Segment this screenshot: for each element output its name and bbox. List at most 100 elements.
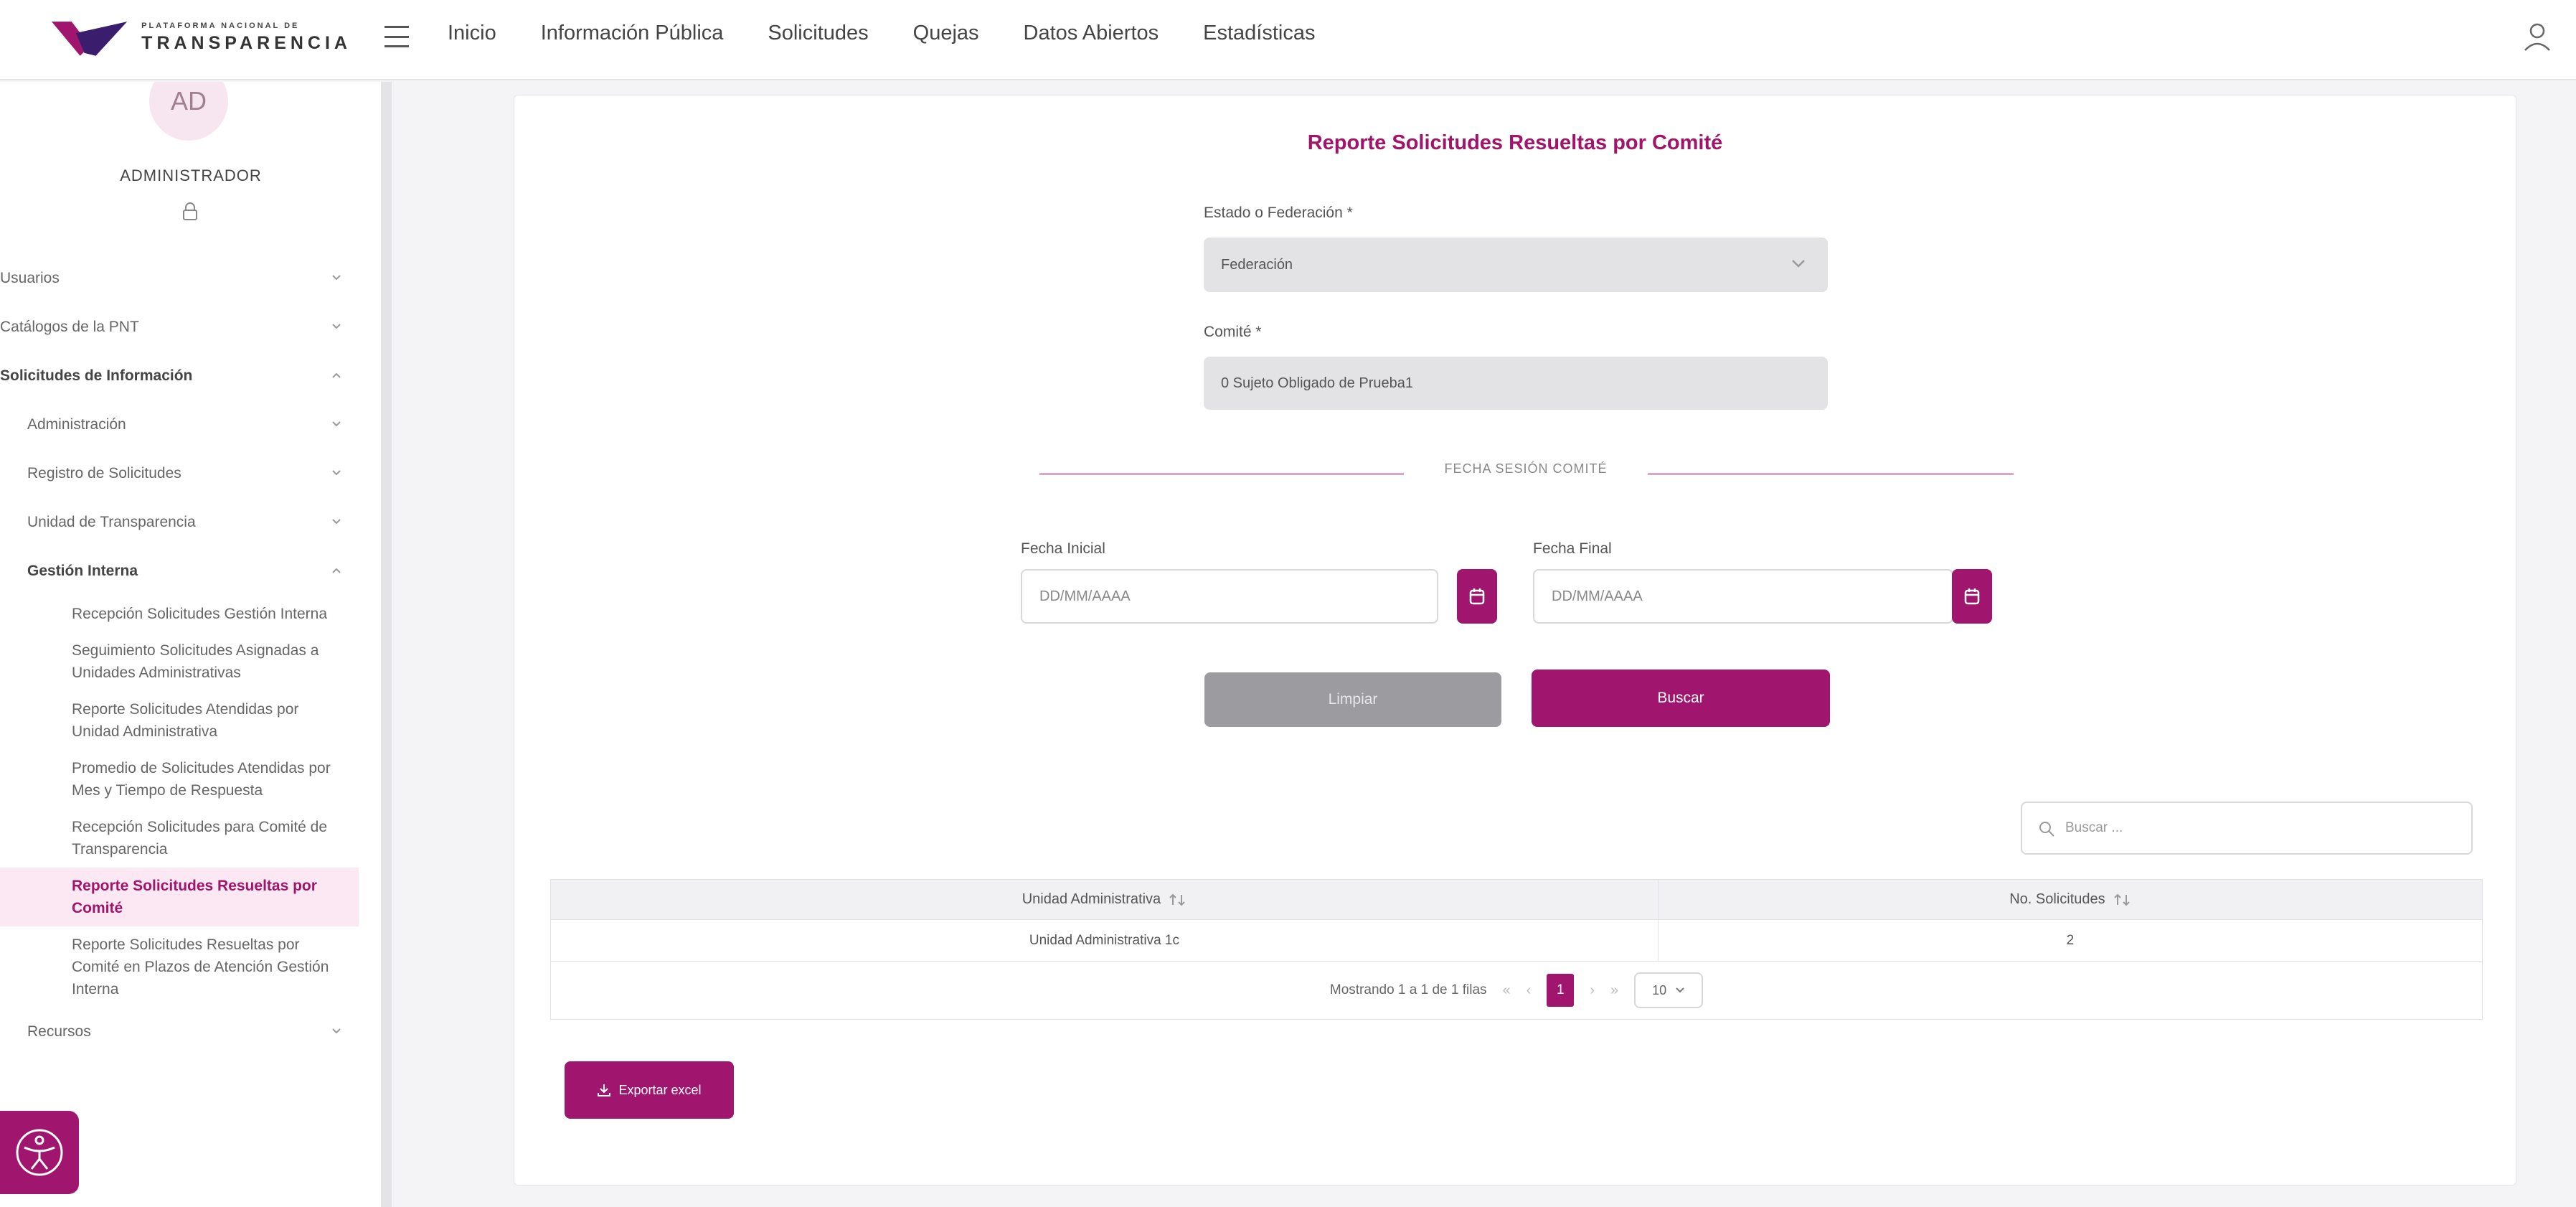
sidebar-item-usuarios[interactable]: Usuarios [0,254,359,303]
search-button[interactable]: Buscar [1532,670,1830,727]
sidebar-item-promedio-solicitudes[interactable]: Promedio de Solicitudes Atendidas por Me… [0,750,359,809]
nav-inicio[interactable]: Inicio [448,22,496,45]
accessibility-icon [16,1129,63,1176]
sidebar-item-recursos[interactable]: Recursos [0,1008,359,1056]
sidebar-item-administracion[interactable]: Administración [0,400,359,449]
table-header: Unidad Administrativa No. Solicitudes [551,880,2482,920]
page-title: Reporte Solicitudes Resueltas por Comité [1307,131,1723,154]
prev-page-button[interactable]: ‹ [1527,982,1532,999]
lock-icon[interactable] [182,202,198,221]
fecha-inicial-calendar-button[interactable] [1457,569,1497,624]
estado-label: Estado o Federación * [1204,205,1353,221]
chevron-down-icon [332,1028,341,1034]
chevron-up-icon [332,568,341,573]
sidebar-item-label: Promedio de Solicitudes Atendidas por Me… [72,760,331,799]
top-navbar: PLATAFORMA NACIONAL DE TRANSPARENCIA Ini… [0,0,2576,80]
sidebar-item-gestion-interna[interactable]: Gestión Interna [0,547,359,596]
sidebar-item-label: Catálogos de la PNT [0,319,139,335]
fecha-inicial-placeholder: DD/MM/AAAA [1039,588,1131,604]
fecha-inicial-label: Fecha Inicial [1021,540,1105,557]
accessibility-button[interactable] [0,1111,79,1194]
section-divider-left [1039,473,1404,475]
sidebar-item-label: Reporte Solicitudes Resueltas por Comité… [72,936,329,997]
export-excel-button[interactable]: Exportar excel [565,1061,734,1119]
user-icon[interactable] [2523,22,2552,53]
chevron-down-icon [332,275,341,281]
sidebar-item-seguimiento-solicitudes[interactable]: Seguimiento Solicitudes Asignadas a Unid… [0,632,359,691]
fecha-final-calendar-button[interactable] [1952,569,1992,624]
chevron-down-icon [1676,987,1684,993]
table-cell-no-solicitudes: 2 [2066,932,2075,948]
report-panel: Reporte Solicitudes Resueltas por Comité… [514,95,2516,1185]
sidebar-item-unidad-transparencia[interactable]: Unidad de Transparencia [0,498,359,547]
sidebar-item-reporte-resueltas-comite[interactable]: Reporte Solicitudes Resueltas por Comité [0,868,359,926]
chevron-up-icon [332,372,341,378]
sidebar-item-recepcion-gestion-interna[interactable]: Recepción Solicitudes Gestión Interna [0,596,359,632]
table-search-input[interactable]: Buscar ... [2021,802,2473,855]
last-page-button[interactable]: » [1610,982,1618,999]
first-page-button[interactable]: « [1503,982,1511,999]
chevron-down-icon [332,519,341,525]
sidebar-item-solicitudes-informacion[interactable]: Solicitudes de Información [0,352,359,400]
calendar-icon [1964,588,1980,605]
sidebar-item-reporte-atendidas[interactable]: Reporte Solicitudes Atendidas por Unidad… [0,691,359,750]
sidebar-item-label: Unidad de Transparencia [27,514,196,530]
sidebar-item-reporte-resueltas-plazos[interactable]: Reporte Solicitudes Resueltas por Comité… [0,926,359,1008]
sidebar-item-label: Solicitudes de Información [0,367,193,384]
comite-value: 0 Sujeto Obligado de Prueba1 [1221,375,1413,391]
logo-subtitle: PLATAFORMA NACIONAL DE [141,22,300,30]
sidebar-item-label: Administración [27,416,126,433]
chevron-down-icon [332,470,341,476]
column-header-no-solicitudes[interactable]: No. Solicitudes [1659,880,2482,919]
nav-quejas[interactable]: Quejas [913,22,979,45]
column-header-label: No. Solicitudes [2009,891,2105,907]
sidebar-item-recepcion-comite[interactable]: Recepción Solicitudes para Comité de Tra… [0,809,359,868]
clear-button[interactable]: Limpiar [1204,672,1501,727]
table-row: Unidad Administrativa 1c 2 [551,920,2482,962]
estado-select[interactable]: Federación [1204,238,1828,292]
nav-estadisticas[interactable]: Estadísticas [1203,22,1315,45]
sidebar-item-label: Reporte Solicitudes Atendidas por Unidad… [72,701,299,740]
logo-title: TRANSPARENCIA [141,33,352,53]
fecha-final-placeholder: DD/MM/AAAA [1552,588,1643,604]
sidebar-item-label: Recepción Solicitudes Gestión Interna [72,606,328,622]
sidebar-item-catalogos[interactable]: Catálogos de la PNT [0,303,359,352]
section-label: FECHA SESIÓN COMITÉ [1444,461,1608,476]
sidebar-item-label: Reporte Solicitudes Resueltas por Comité [72,878,317,916]
table-search-placeholder: Buscar ... [2065,820,2123,835]
sidebar-item-registro-solicitudes[interactable]: Registro de Solicitudes [0,449,359,498]
nav-informacion-publica[interactable]: Información Pública [541,22,724,45]
pnt-logo[interactable]: PLATAFORMA NACIONAL DE TRANSPARENCIA [50,16,352,59]
fecha-final-label: Fecha Final [1533,540,1612,557]
column-header-unidad[interactable]: Unidad Administrativa [551,880,1659,919]
page-size-value: 10 [1652,982,1667,997]
sidebar-item-label: Usuarios [0,270,60,286]
export-excel-label: Exportar excel [618,1082,702,1097]
nav-datos-abiertos[interactable]: Datos Abiertos [1024,22,1159,45]
paginator: Mostrando 1 a 1 de 1 filas « ‹ 1 › » 10 [551,962,2482,1019]
sidebar: AD ADMINISTRADOR Usuarios Catálogos de l… [0,82,382,1207]
user-name: ADMINISTRADOR [120,166,262,184]
table-cell-unidad: Unidad Administrativa 1c [551,920,1659,961]
hamburger-menu-icon[interactable] [384,26,409,47]
nav-solicitudes[interactable]: Solicitudes [768,22,868,45]
comite-field[interactable]: 0 Sujeto Obligado de Prueba1 [1204,357,1828,410]
sidebar-item-label: Seguimiento Solicitudes Asignadas a Unid… [72,642,319,681]
estado-selected-value: Federación [1221,256,1293,273]
current-page-button[interactable]: 1 [1547,974,1575,1007]
fecha-inicial-input[interactable]: DD/MM/AAAA [1021,569,1438,624]
results-table: Unidad Administrativa No. Solicitudes Un… [550,879,2483,1020]
avatar: AD [149,82,228,141]
sidebar-item-label: Gestión Interna [27,563,138,579]
download-icon [598,1084,611,1096]
fecha-final-input[interactable]: DD/MM/AAAA [1533,569,1953,624]
page-size-select[interactable]: 10 [1634,972,1704,1008]
search-icon [2039,822,2054,837]
chevron-down-icon [1792,260,1805,268]
sidebar-scrollbar[interactable] [382,82,392,1207]
chevron-down-icon [332,421,341,427]
next-page-button[interactable]: › [1590,982,1595,999]
column-header-label: Unidad Administrativa [1022,891,1161,907]
comite-label: Comité * [1204,324,1262,340]
sort-icon [1169,893,1185,906]
